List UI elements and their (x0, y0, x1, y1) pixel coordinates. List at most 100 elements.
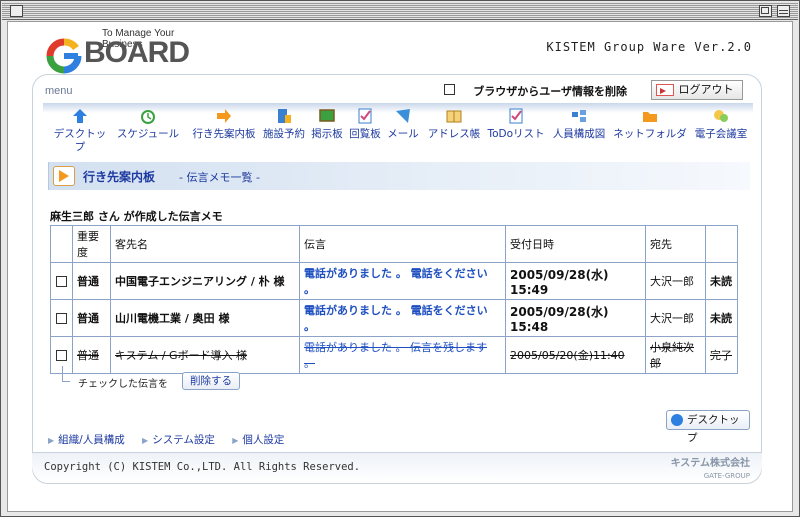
table-row: 普通 キステム / Gボード導入 様 電話がありました 。 伝言を残します 。 … (50, 336, 738, 374)
header-check (50, 225, 73, 263)
logout-row: ブラウザからユーザ情報を削除 ログアウト (331, 79, 751, 103)
memo-owner: 麻生三郎 さん が作成した伝言メモ (50, 210, 223, 223)
header-status (705, 225, 738, 263)
nav-item-facility[interactable]: 施設予約 (261, 107, 307, 141)
row-message-link[interactable]: 電話がありました 。 伝言を残します 。 (299, 336, 506, 374)
row-recipient: 大沢一郎 (645, 299, 706, 337)
nav-item-org-chart[interactable]: 人員構成図 (549, 107, 609, 141)
window-collapse-button[interactable] (777, 5, 790, 17)
company-group: GATE-GROUP (703, 472, 750, 480)
logout-button-label: ログアウト (678, 83, 734, 96)
row-customer: 中国電子エンジニアリング / 朴 様 (110, 262, 300, 300)
nav-item-destination-board[interactable]: 行き先案内板 (189, 107, 259, 141)
nav-label-address-book: アドレス帳 (427, 128, 481, 140)
address-book-icon (446, 110, 462, 123)
logo-g-icon (46, 38, 82, 74)
nav-item-bulletin[interactable]: 掲示板 (309, 107, 345, 141)
window-zoom-button[interactable] (759, 5, 772, 17)
checked-memo-label: チェックした伝言を (78, 379, 168, 390)
logout-button[interactable]: ログアウト (651, 80, 743, 100)
nav-item-conference[interactable]: 電子会議室 (691, 107, 751, 141)
header-to: 宛先 (645, 225, 706, 263)
nav-item-schedule[interactable]: スケジュール (113, 107, 183, 141)
row-checkbox[interactable] (56, 313, 67, 324)
nav-label-conference: 電子会議室 (694, 128, 748, 140)
nav-item-desktop[interactable]: デスクトップ (51, 107, 109, 154)
logout-icon (656, 84, 674, 96)
row-date: 2005/09/28(水) 15:49 (505, 262, 646, 300)
nav-item-address-book[interactable]: アドレス帳 (425, 107, 483, 141)
folder-icon (643, 112, 657, 122)
menu-label: menu (45, 85, 73, 97)
table-row: 普通 中国電子エンジニアリング / 朴 様 電話がありました 。 電話をください… (50, 262, 738, 300)
header-message: 伝言 (299, 225, 506, 263)
row-status: 未読 (705, 299, 738, 337)
alarm-clock-icon (141, 110, 155, 124)
logo-wordmark: BOARD (84, 36, 190, 69)
company-name: キステム株式会社 (670, 458, 750, 469)
header-date: 受付日時 (505, 225, 646, 263)
browser-window: To Manage Your Business BOARD KISTEM Gro… (0, 0, 800, 517)
facility-icon (278, 109, 291, 123)
company-logo: キステム株式会社 GATE-GROUP (671, 453, 750, 483)
row-importance: 普通 (72, 299, 111, 337)
nav-label-facility: 施設予約 (263, 128, 305, 140)
row-date: 2005/05/20(金)11:40 (505, 336, 646, 374)
row-importance: 普通 (72, 336, 111, 374)
delete-connector (62, 366, 70, 382)
window-titlebar[interactable] (2, 2, 798, 20)
row-date: 2005/09/28(水) 15:48 (505, 299, 646, 337)
footer-link-org[interactable]: 組織/人員構成 (58, 434, 125, 446)
window-close-button[interactable] (10, 5, 23, 17)
arrow-up-icon (73, 109, 87, 123)
nav-label-destination-board: 行き先案内板 (192, 128, 256, 140)
row-importance: 普通 (72, 262, 111, 300)
row-message-link[interactable]: 電話がありました 。 電話をください 。 (299, 299, 506, 337)
nav-label-bulletin: 掲示板 (311, 128, 343, 140)
section-title: 行き先案内板 (83, 170, 156, 184)
copyright-text: Copyright (C) KISTEM Co.,LTD. All Rights… (44, 461, 361, 473)
nav-label-schedule: スケジュール (116, 128, 180, 140)
mail-icon (396, 109, 410, 123)
nav-label-circular: 回覧板 (349, 128, 381, 140)
row-customer: 山川電機工業 / 奥田 様 (110, 299, 300, 337)
footer-link-personal-settings[interactable]: 個人設定 (242, 434, 284, 446)
chevron-right-icon: ▶ (232, 436, 239, 445)
row-message-link[interactable]: 電話がありました 。 電話をください 。 (299, 262, 506, 300)
nav-item-circular[interactable]: 回覧板 (347, 107, 383, 141)
footer: Copyright (C) KISTEM Co.,LTD. All Rights… (32, 452, 762, 482)
main-nav: デスクトップ スケジュール 行き先案内板 施設予約 掲示板 回覧板 メール アド… (39, 103, 757, 159)
table-row: 普通 山川電機工業 / 奥田 様 電話がありました 。 電話をください 。 20… (50, 299, 738, 337)
row-status: 未読 (705, 262, 738, 300)
header-importance: 重要度 (72, 225, 111, 263)
nav-item-mail[interactable]: メール (385, 107, 421, 141)
row-checkbox[interactable] (56, 276, 67, 287)
header-customer: 客先名 (110, 225, 300, 263)
row-checkbox[interactable] (56, 350, 67, 361)
chevron-right-icon: ▶ (142, 436, 149, 445)
arrow-up-icon (671, 414, 683, 426)
row-status: 完了 (705, 336, 738, 374)
row-checkbox-cell (50, 262, 73, 300)
todo-icon (509, 108, 523, 124)
nav-label-net-folder: ネットフォルダ (613, 128, 687, 140)
footer-links: ▶ 組織/人員構成 ▶ システム設定 ▶ 個人設定 (48, 432, 298, 447)
org-chart-icon (572, 110, 586, 122)
section-header: 行き先案内板 - 伝言メモ一覧 - (48, 162, 750, 190)
footer-link-system-settings[interactable]: システム設定 (152, 434, 215, 446)
bulletin-board-icon (319, 109, 335, 122)
nav-item-net-folder[interactable]: ネットフォルダ (611, 107, 689, 141)
nav-item-todo[interactable]: ToDoリスト (485, 107, 547, 141)
app-version: KISTEM Group Ware Ver.2.0 (546, 40, 752, 54)
clear-browser-info-label: ブラウザからユーザ情報を削除 (473, 85, 627, 98)
delete-button[interactable]: 削除する (182, 372, 240, 390)
gboard-logo[interactable]: To Manage Your Business BOARD (44, 26, 214, 78)
clear-browser-info-checkbox[interactable] (444, 84, 455, 95)
chevron-right-icon: ▶ (48, 436, 55, 445)
checklist-icon (358, 108, 372, 124)
nav-label-todo: ToDoリスト (487, 128, 545, 140)
memo-table: 重要度 客先名 伝言 受付日時 宛先 普通 中国電子エンジニアリング / 朴 様… (50, 225, 738, 374)
arrow-right-icon (53, 166, 75, 186)
conference-icon (714, 110, 728, 122)
desktop-button[interactable]: デスクトップ (666, 410, 750, 444)
